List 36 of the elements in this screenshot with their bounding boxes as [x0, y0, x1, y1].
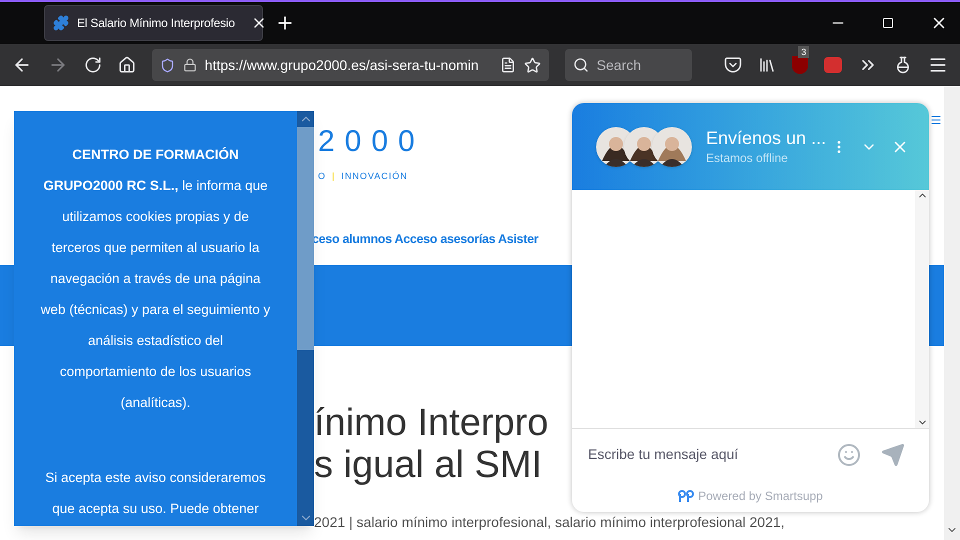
article-meta: 2021 | salario mínimo interprofesional, salario mínimo interprofesional 2021,	[314, 513, 785, 532]
maximize-icon[interactable]	[882, 17, 894, 29]
pocket-icon[interactable]	[724, 56, 742, 74]
tagline-text: INNOVACIÓN	[341, 170, 408, 183]
tagline-text: |	[332, 170, 336, 183]
article-heading: s igual al SMI	[314, 444, 542, 486]
url-text: https://www.grupo2000.es/asi-sera-tu-nomin	[204, 56, 480, 75]
chat-status: Estamos offline	[706, 150, 788, 166]
address-bar[interactable]: https://www.grupo2000.es/asi-sera-tu-nomin	[152, 49, 549, 81]
chat-scrollbar[interactable]	[915, 190, 929, 428]
browser-tab[interactable]: El Salario Mínimo Interprofesio	[44, 5, 263, 41]
scrollbar-thumb[interactable]	[297, 127, 314, 350]
page-scrollbar[interactable]	[944, 86, 960, 540]
addon-badge: 3	[798, 46, 810, 58]
shield-icon	[160, 58, 175, 72]
home-icon[interactable]	[118, 56, 136, 74]
cookie-scrollbar[interactable]	[297, 111, 314, 526]
logo-text: 2000	[318, 126, 425, 158]
tab-title: El Salario Mínimo Interprofesio	[77, 15, 235, 32]
library-icon[interactable]	[758, 56, 776, 74]
logo-icon	[678, 490, 694, 502]
cookie-text: Si acepta este aviso consideraremos que acepta su uso. Puede obtener	[44, 469, 267, 518]
tagline-text: O	[318, 170, 326, 183]
puzzle-icon	[53, 15, 69, 31]
avatar	[652, 126, 692, 166]
reload-icon[interactable]	[84, 56, 102, 74]
message-input[interactable]: Escribe tu mensaje aquí	[588, 444, 825, 465]
star-icon[interactable]	[524, 56, 541, 74]
search-field[interactable]: Search	[564, 49, 692, 81]
reader-view-icon[interactable]	[500, 57, 516, 73]
cookie-text: CENTRO DE FORMACIÓN GRUPO2000 RC S.L., le informa que utilizamos cookies propias y de terceros que permiten al usuario la navegación a través de una página web (técnicas) y para el seguimiento y análisis estadístico del comportamiento de los usuarios (analíticas).	[40, 146, 272, 412]
article-heading: ínimo Interpro	[314, 402, 548, 444]
search-icon	[572, 57, 589, 73]
chat-title: Envíenos un ...	[706, 126, 826, 148]
lock-icon	[182, 58, 197, 72]
hamburger-icon[interactable]	[930, 114, 942, 126]
